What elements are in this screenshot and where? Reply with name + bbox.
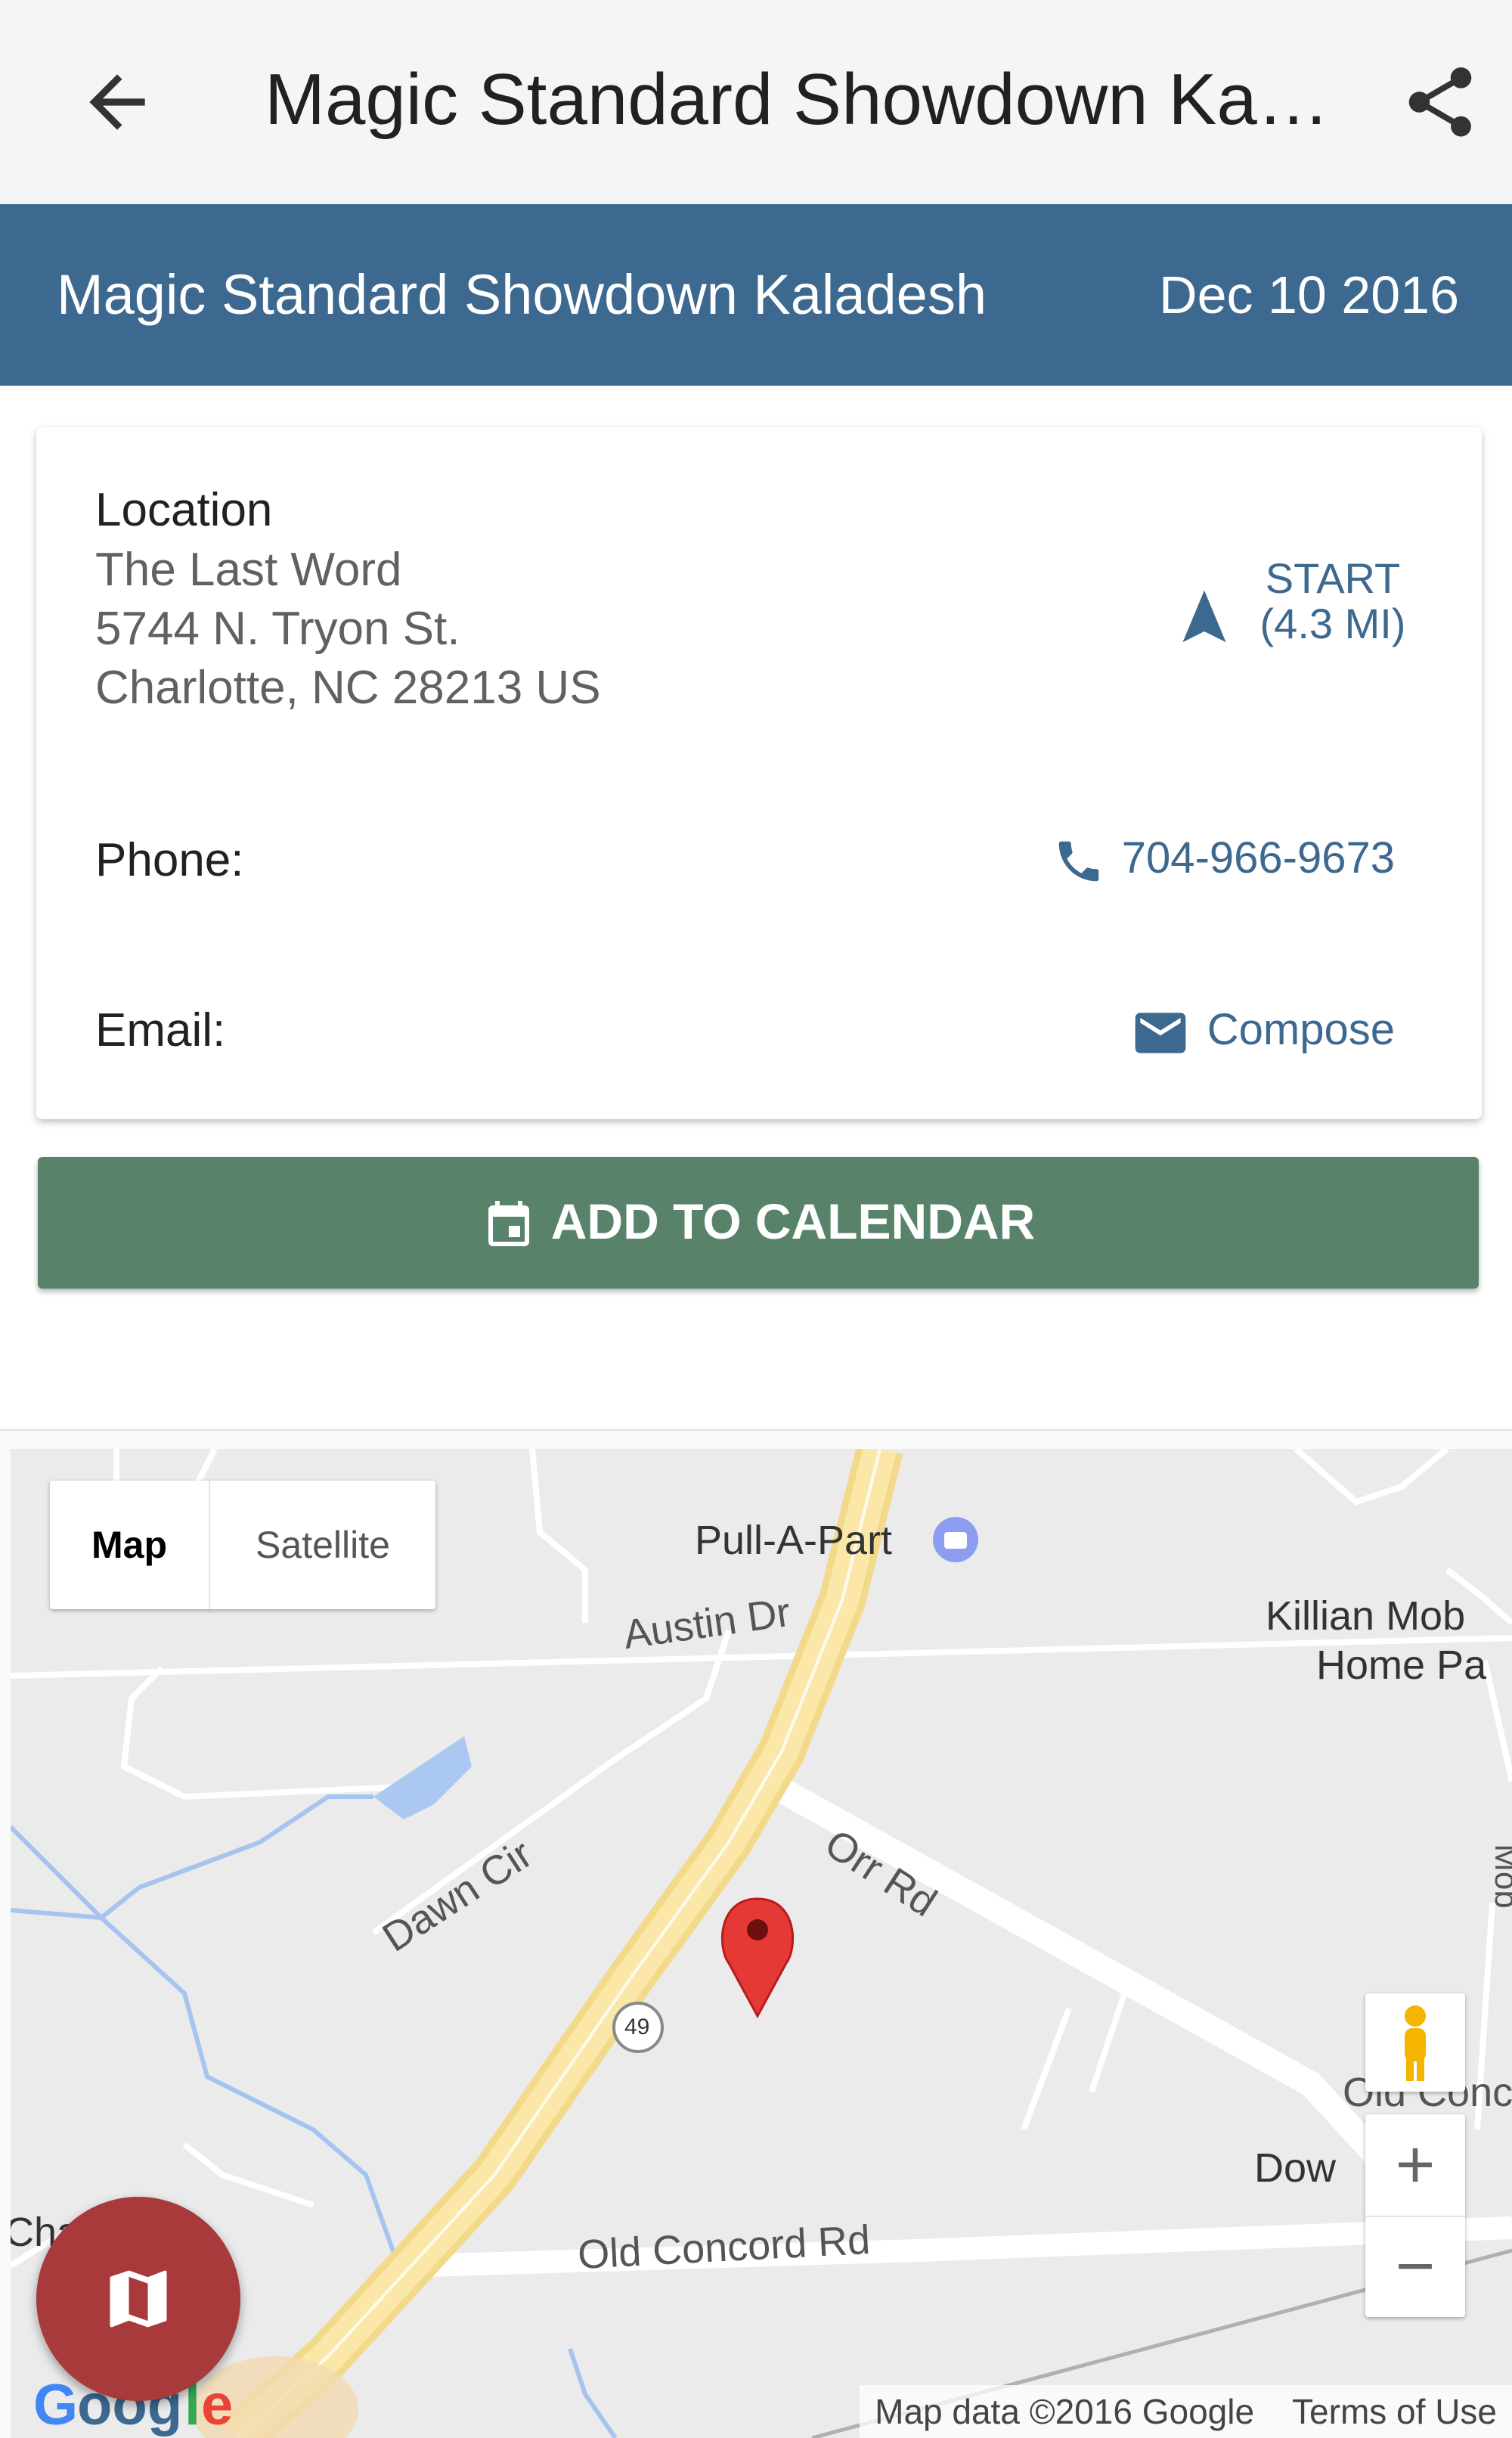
street-view-button[interactable] [1365,1993,1465,2092]
event-details-card: Location The Last Word 5744 N. Tryon St.… [36,427,1482,1119]
phone-number: 704-966-9673 [1121,833,1395,882]
street-view-icon [1405,2005,1426,2081]
start-distance: (4.3 MI) [1259,600,1406,647]
back-button[interactable] [76,60,159,144]
event-date: Dec 10 2016 [1159,265,1459,324]
add-to-calendar-content: ADD TO CALENDAR [38,1187,1479,1255]
zoom-controls: + − [1365,2114,1465,2317]
map-label-killian-2: Home Pa [1316,1642,1487,1688]
location-label: Location [95,484,273,536]
address-line-2: 5744 N. Tryon St. [95,603,460,655]
map-type-map[interactable]: Map [50,1481,210,1609]
map-icon [110,2270,167,2328]
event-header: Magic Standard Showdown Kaladesh Dec 10 … [0,204,1512,386]
svg-text:e: e [201,2373,233,2437]
map-marker-icon [720,1897,795,2019]
navigation-arrow-icon [1182,590,1226,643]
start-navigation-button[interactable]: START (4.3 MI) [1178,556,1450,669]
app-bar: Magic Standard Showdown Kaladesh [0,0,1512,204]
map-type-satellite[interactable]: Satellite [210,1481,435,1609]
phone-label: Phone: [95,834,244,886]
map-label-route-49: 49 [624,2015,650,2039]
phone-icon [1058,841,1099,881]
map-label-pull-a-part: Pull-A-Part [695,1518,893,1563]
open-map-button[interactable] [36,2197,240,2401]
share-icon [1408,67,1472,137]
start-label: START [1265,554,1401,602]
compose-email-link[interactable]: Compose [1130,996,1395,1064]
compose-label: Compose [1207,1005,1395,1054]
share-button[interactable] [1399,60,1482,144]
start-label-group: START (4.3 MI) [1238,556,1427,647]
email-label: Email: [95,1004,226,1056]
map-label-killian-1: Killian Mob [1266,1593,1466,1639]
add-to-calendar-label: ADD TO CALENDAR [550,1193,1036,1249]
address-line-3: Charlotte, NC 28213 US [95,662,601,714]
google-logo: G [33,2373,78,2437]
arrow-back-icon [89,74,145,130]
terms-of-use-link[interactable]: Terms of Use [1292,2392,1497,2431]
mail-icon [1135,1013,1186,1053]
address: The Last Word 5744 N. Tryon St. Charlott… [95,541,601,718]
map-data-attribution: Map data ©2016 Google [875,2392,1255,2431]
zoom-in-button[interactable]: + [1365,2114,1465,2217]
calendar-icon [488,1200,529,1246]
address-line-1: The Last Word [95,544,402,596]
map-type-toggle: Map Satellite [50,1481,435,1609]
page-title: Magic Standard Showdown Kaladesh [265,59,1338,140]
map-label-dow: Dow [1254,2145,1337,2191]
map-attribution: Map data ©2016 Google Terms of Use [860,2385,1512,2438]
event-name: Magic Standard Showdown Kaladesh [57,263,987,326]
phone-link[interactable]: 704-966-9673 [1052,824,1395,892]
map-label-mob: Mob [1487,1844,1512,1909]
zoom-out-button[interactable]: − [1365,2216,1465,2317]
add-to-calendar-button[interactable]: ADD TO CALENDAR [38,1157,1479,1289]
